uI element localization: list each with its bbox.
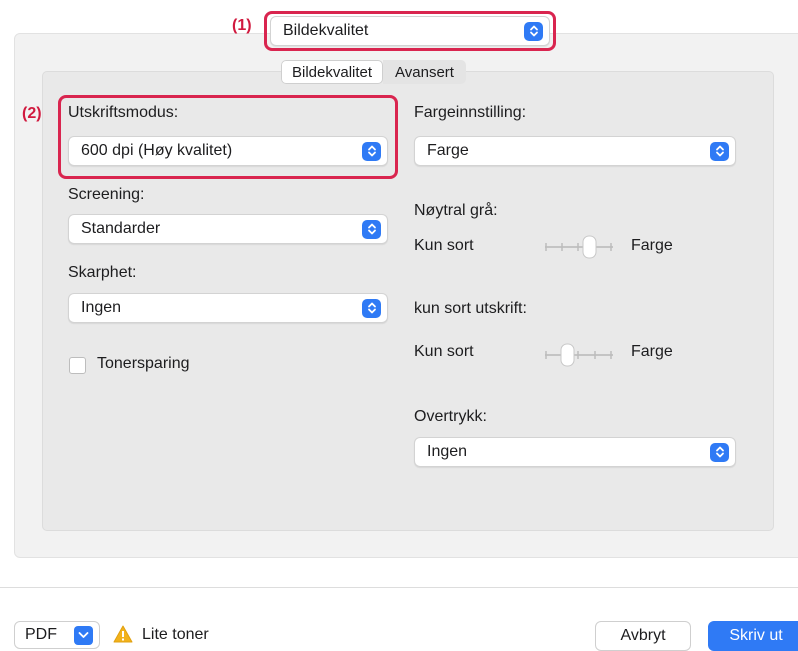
overprint-value: Ingen bbox=[427, 443, 468, 460]
neutral-gray-slider[interactable] bbox=[543, 234, 623, 260]
black-only-min-label: Kun sort bbox=[414, 343, 474, 360]
up-down-chevron-icon bbox=[362, 298, 381, 318]
tab-bildekvalitet[interactable]: Bildekvalitet bbox=[281, 60, 384, 84]
black-only-max-label: Farge bbox=[631, 343, 673, 360]
sharpness-label: Skarphet: bbox=[68, 264, 137, 281]
neutral-gray-max-label: Farge bbox=[631, 237, 673, 254]
neutral-gray-label: Nøytral grå: bbox=[414, 202, 498, 219]
print-button[interactable]: Skriv ut bbox=[708, 621, 798, 651]
black-only-label: kun sort utskrift: bbox=[414, 300, 527, 317]
toner-save-checkbox[interactable] bbox=[69, 357, 86, 374]
annotation-2: (2) bbox=[22, 105, 42, 122]
color-setting-value: Farge bbox=[427, 142, 469, 159]
screening-value: Standarder bbox=[81, 220, 161, 237]
chevron-down-icon bbox=[74, 625, 93, 645]
screening-popup[interactable]: Standarder bbox=[68, 214, 388, 244]
sharpness-popup[interactable]: Ingen bbox=[68, 293, 388, 323]
neutral-gray-min-label: Kun sort bbox=[414, 237, 474, 254]
sharpness-value: Ingen bbox=[81, 299, 122, 316]
highlight-box-2 bbox=[58, 95, 398, 179]
highlight-box-1 bbox=[264, 11, 556, 51]
screening-label: Screening: bbox=[68, 186, 145, 203]
warning-triangle-icon bbox=[113, 625, 133, 643]
overprint-popup[interactable]: Ingen bbox=[414, 437, 736, 467]
black-only-slider[interactable] bbox=[543, 342, 623, 368]
tab-avansert[interactable]: Avansert bbox=[383, 60, 466, 84]
color-setting-label: Fargeinnstilling: bbox=[414, 104, 527, 121]
annotation-1: (1) bbox=[232, 17, 252, 34]
up-down-chevron-icon bbox=[710, 442, 729, 462]
toner-save-label[interactable]: Tonersparing bbox=[97, 355, 190, 373]
overprint-label: Overtrykk: bbox=[414, 408, 487, 425]
pdf-label: PDF bbox=[25, 626, 57, 643]
up-down-chevron-icon bbox=[710, 141, 729, 161]
cancel-button[interactable]: Avbryt bbox=[595, 621, 691, 651]
footer-divider bbox=[0, 587, 798, 588]
tab-bar: Bildekvalitet Avansert bbox=[281, 60, 466, 84]
low-toner-warning: Lite toner bbox=[142, 626, 209, 643]
up-down-chevron-icon bbox=[362, 219, 381, 239]
color-setting-popup[interactable]: Farge bbox=[414, 136, 736, 166]
